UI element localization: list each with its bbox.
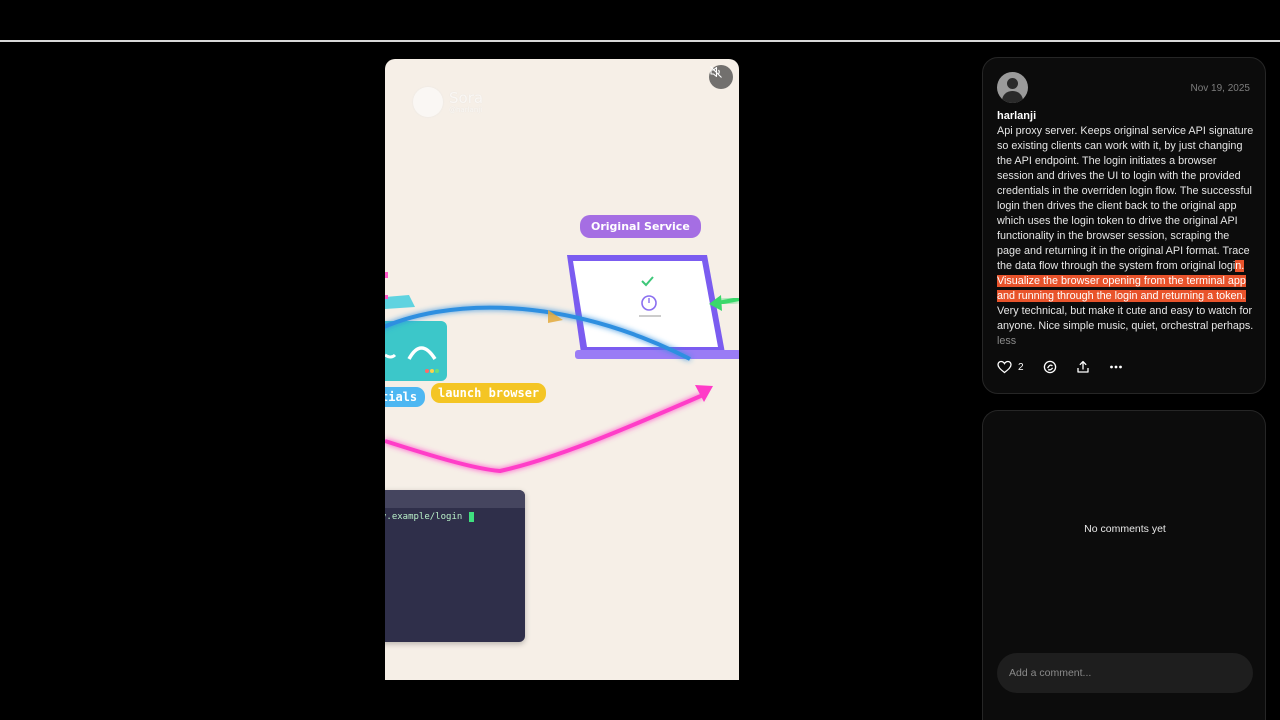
terminal-cursor xyxy=(469,512,475,522)
remix-icon xyxy=(1043,360,1056,374)
browser-window-illustration xyxy=(385,295,447,381)
post-description: Api proxy server. Keeps original service… xyxy=(997,124,1255,349)
heart-icon xyxy=(997,360,1012,374)
watermark-brand: Sora xyxy=(449,88,484,107)
top-divider xyxy=(0,40,1280,42)
remix-button[interactable] xyxy=(1043,360,1057,374)
post-details-card: Nov 19, 2025 harlanji Api proxy server. … xyxy=(982,57,1266,394)
sora-logo-icon xyxy=(413,87,443,117)
description-text-end: Very technical, but make it cute and eas… xyxy=(997,305,1254,332)
watermark-user: @harlanji xyxy=(449,105,483,114)
post-date: Nov 19, 2025 xyxy=(1190,83,1251,94)
comment-input[interactable] xyxy=(997,653,1253,693)
share-icon xyxy=(1076,360,1089,373)
credentials-label: tials xyxy=(385,387,426,407)
speaker-muted-icon xyxy=(710,66,722,78)
share-button[interactable] xyxy=(1076,360,1090,374)
description-text: Api proxy server. Keeps original service… xyxy=(997,125,1254,272)
username-link[interactable]: harlanji xyxy=(997,110,1036,122)
like-button[interactable]: 2 xyxy=(997,360,1024,374)
sora-watermark: Sora @harlanji xyxy=(413,87,483,117)
mute-button[interactable] xyxy=(709,65,733,89)
launch-browser-label: launch browser xyxy=(431,383,547,403)
terminal-command: v.example/login xyxy=(385,512,463,522)
more-options-button[interactable] xyxy=(1109,360,1123,374)
comments-panel: No comments yet xyxy=(982,410,1266,720)
no-comments-message: No comments yet xyxy=(1084,523,1166,535)
video-player[interactable]: Sora @harlanji Original Service tials la… xyxy=(385,59,739,680)
post-actions: 2 xyxy=(997,360,1142,374)
original-service-label: Original Service xyxy=(580,215,701,238)
terminal-title-bar xyxy=(385,490,525,508)
show-less-link[interactable]: less xyxy=(997,335,1016,347)
more-dots-icon xyxy=(1109,365,1122,369)
avatar[interactable] xyxy=(997,72,1028,103)
terminal-window: v.example/login xyxy=(385,490,525,642)
like-count: 2 xyxy=(1018,361,1024,373)
